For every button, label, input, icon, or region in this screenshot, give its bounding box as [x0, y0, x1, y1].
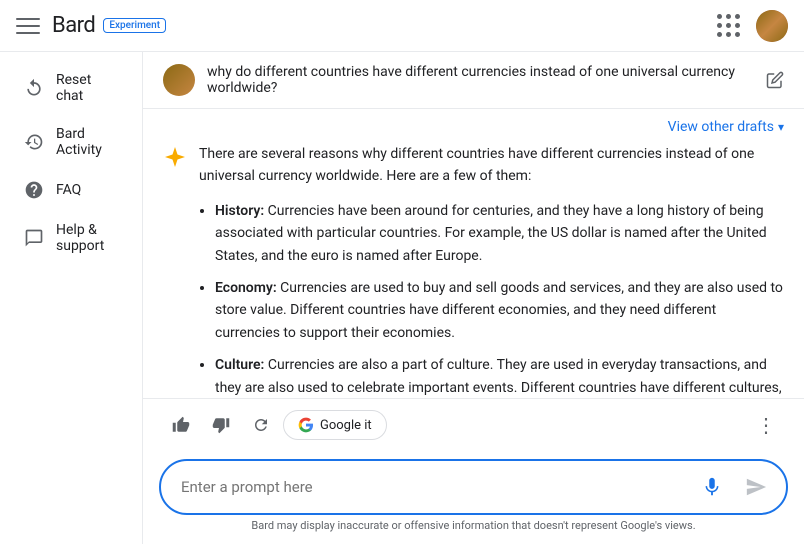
more-options-button[interactable]: ⋮	[748, 407, 784, 443]
point-text-history: Currencies have been around for centurie…	[215, 203, 767, 264]
user-question-avatar	[163, 64, 195, 96]
google-it-label: Google it	[320, 418, 372, 433]
action-bar: Google it ⋮	[143, 398, 804, 451]
user-avatar[interactable]	[756, 10, 788, 42]
prompt-input[interactable]	[181, 478, 686, 496]
drafts-label: View other drafts	[668, 119, 774, 135]
content-area: why do different countries have differen…	[142, 52, 804, 544]
point-text-economy: Currencies are used to buy and sell good…	[215, 280, 783, 341]
response-point-2: Economy: Currencies are used to buy and …	[215, 277, 784, 344]
sidebar-item-help-support[interactable]: Help & support	[8, 212, 134, 264]
bard-star-icon	[163, 145, 187, 169]
response-text: There are several reasons why different …	[199, 143, 784, 398]
faq-icon	[24, 180, 44, 200]
point-title-culture: Culture:	[215, 357, 264, 373]
point-title-history: History:	[215, 203, 264, 219]
response-content: There are several reasons why different …	[163, 143, 784, 398]
logo: Bard Experiment	[52, 13, 166, 38]
response-intro: There are several reasons why different …	[199, 143, 784, 188]
apps-icon[interactable]	[716, 14, 740, 38]
edit-icon[interactable]	[766, 71, 784, 89]
sidebar-item-reset-chat[interactable]: Reset chat	[8, 62, 134, 114]
input-wrapper	[159, 459, 788, 515]
google-logo-icon	[298, 417, 314, 433]
sidebar-item-label: Bard Activity	[56, 126, 118, 158]
response-points: History: Currencies have been around for…	[215, 200, 784, 398]
reset-icon	[24, 78, 44, 98]
sidebar-item-label: Reset chat	[56, 72, 118, 104]
send-button[interactable]	[738, 469, 774, 505]
sidebar-item-label: FAQ	[56, 182, 81, 198]
view-other-drafts[interactable]: View other drafts ▾	[163, 109, 784, 143]
question-text: why do different countries have differen…	[207, 64, 754, 96]
main-layout: Reset chat Bard Activity FAQ	[0, 52, 804, 544]
experiment-badge: Experiment	[103, 18, 166, 33]
response-point-1: History: Currencies have been around for…	[215, 200, 784, 267]
thumb-up-button[interactable]	[163, 407, 199, 443]
disclaimer: Bard may display inaccurate or offensive…	[159, 515, 788, 540]
sidebar: Reset chat Bard Activity FAQ	[0, 52, 142, 544]
thumb-down-button[interactable]	[203, 407, 239, 443]
input-area: Bard may display inaccurate or offensive…	[143, 451, 804, 544]
help-icon	[24, 228, 44, 248]
point-text-culture: Currencies are also a part of culture. T…	[215, 357, 782, 398]
sidebar-item-bard-activity[interactable]: Bard Activity	[8, 116, 134, 168]
logo-text: Bard	[52, 13, 95, 38]
sidebar-item-label: Help & support	[56, 222, 118, 254]
menu-button[interactable]	[16, 14, 40, 38]
response-point-3: Culture: Currencies are also a part of c…	[215, 354, 784, 398]
top-nav: Bard Experiment	[0, 0, 804, 52]
point-title-economy: Economy:	[215, 280, 277, 296]
sidebar-item-faq[interactable]: FAQ	[8, 170, 134, 210]
mic-button[interactable]	[694, 469, 730, 505]
chevron-down-icon: ▾	[778, 120, 784, 134]
google-it-button[interactable]: Google it	[283, 410, 387, 440]
activity-icon	[24, 132, 44, 152]
refresh-button[interactable]	[243, 407, 279, 443]
question-bar: why do different countries have differen…	[143, 52, 804, 109]
response-area: View other drafts ▾ There are several re…	[143, 109, 804, 398]
